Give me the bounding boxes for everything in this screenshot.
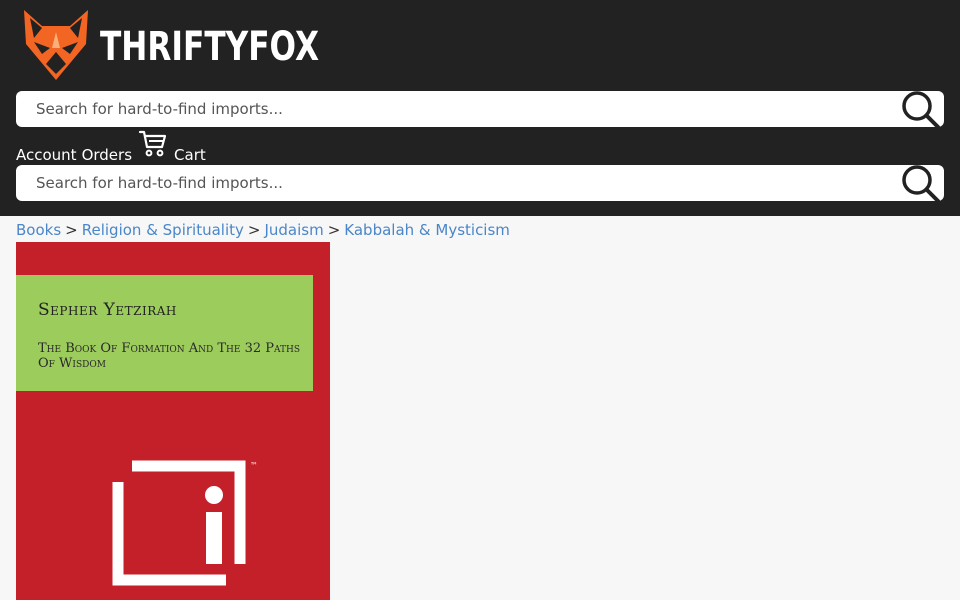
breadcrumb: Books > Religion & Spirituality > Judaism > Ka… (16, 221, 510, 239)
brand-logo[interactable]: THRIFTYFOX (20, 8, 381, 82)
cover-title: Sepher Yetzirah (38, 300, 177, 320)
breadcrumb-kabbalah-mysticism[interactable]: Kabbalah & Mysticism (344, 221, 510, 239)
search-bar-secondary (16, 165, 944, 203)
cover-title-panel: Sepher Yetzirah The Book Of Formation An… (16, 275, 313, 391)
breadcrumb-religion-spirituality[interactable]: Religion & Spirituality (82, 221, 244, 239)
breadcrumb-judaism[interactable]: Judaism (264, 221, 323, 239)
search-icon[interactable] (900, 89, 942, 131)
cover-subtitle: The Book Of Formation And The 32 Paths O… (38, 341, 301, 371)
product-cover-image[interactable]: Sepher Yetzirah The Book Of Formation An… (16, 242, 330, 600)
search-icon[interactable] (900, 163, 942, 205)
orders-link[interactable]: Orders (82, 146, 132, 164)
search-input[interactable] (16, 165, 896, 201)
search-input[interactable] (16, 91, 896, 127)
cart-link[interactable]: Cart (174, 146, 206, 164)
site-header: THRIFTYFOX Account Orders Cart (0, 0, 960, 216)
account-link[interactable]: Account (16, 146, 77, 164)
fox-head-icon (24, 10, 88, 80)
breadcrumb-separator: > (65, 221, 78, 239)
trademark-symbol: ™ (250, 461, 258, 470)
breadcrumb-separator: > (247, 221, 261, 239)
account-nav: Account Orders Cart (16, 128, 206, 164)
brand-name: THRIFTYFOX (100, 24, 319, 70)
breadcrumb-separator: > (327, 221, 341, 239)
breadcrumb-books[interactable]: Books (16, 221, 61, 239)
search-bar-primary (16, 91, 944, 129)
publisher-logo-icon: ™ (112, 460, 258, 586)
cart-icon[interactable] (138, 128, 168, 158)
